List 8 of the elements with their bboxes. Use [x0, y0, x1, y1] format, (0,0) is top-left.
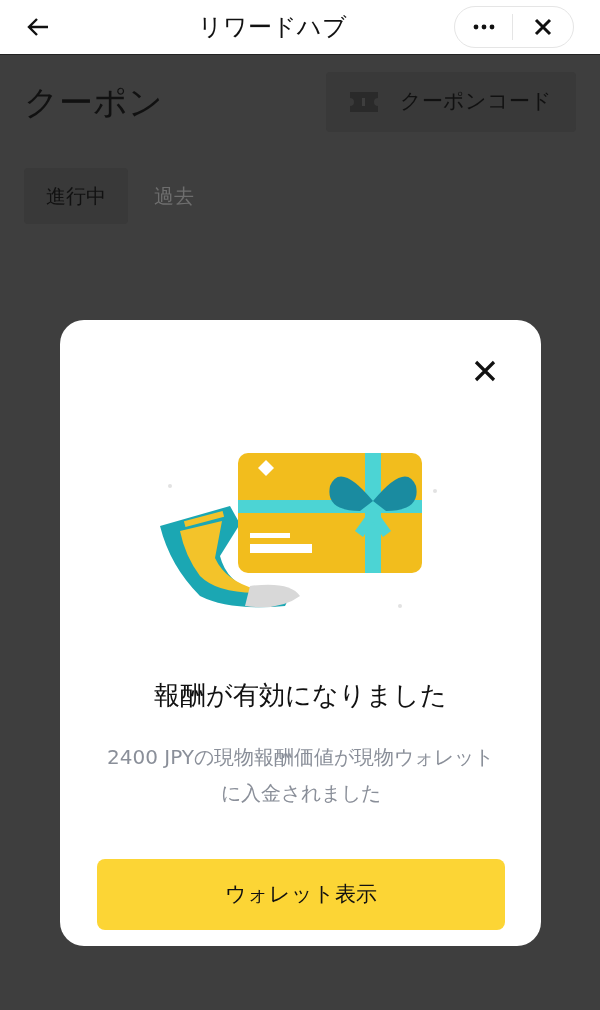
dialog-message: 2400 JPYの現物報酬価値が現物ウォレットに入金されました: [106, 744, 495, 807]
more-icon[interactable]: [473, 24, 495, 30]
header-title: リワードハブ: [196, 12, 348, 43]
close-icon[interactable]: [534, 18, 552, 36]
close-icon[interactable]: [474, 360, 496, 382]
back-arrow-icon[interactable]: [26, 17, 50, 37]
view-wallet-button[interactable]: ウォレット表示: [96, 859, 505, 930]
dialog-title: 報酬が有効になりました: [154, 679, 447, 712]
